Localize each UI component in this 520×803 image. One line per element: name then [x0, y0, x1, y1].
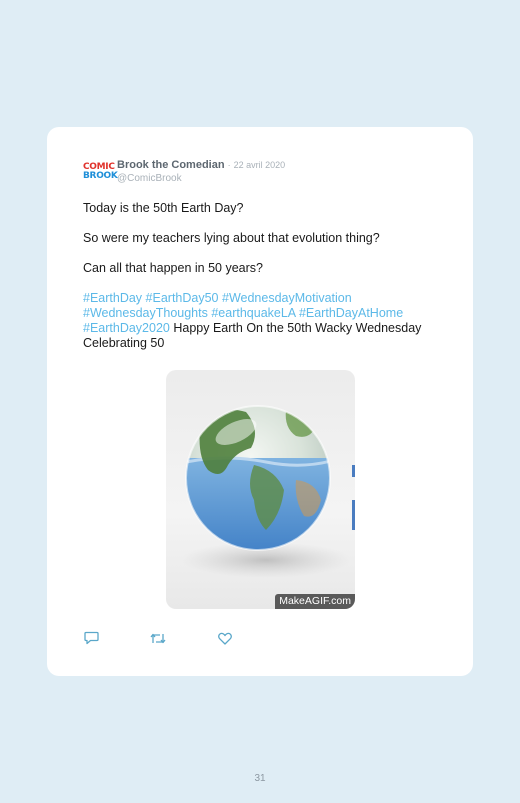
gif-watermark: MakeAGIF.com	[275, 594, 355, 609]
reply-button[interactable]	[83, 630, 99, 646]
tweet-paragraph: Today is the 50th Earth Day?	[83, 201, 244, 215]
heart-icon	[218, 632, 232, 645]
avatar[interactable]: COMIC BROOK	[83, 157, 118, 187]
tweet-date[interactable]: 22 avril 2020	[234, 159, 286, 172]
tweet-paragraph: So were my teachers lying about that evo…	[83, 231, 380, 245]
hashtag-link[interactable]: #WednesdayThoughts	[83, 306, 208, 320]
tweet-text: Today is the 50th Earth Day? So were my …	[83, 201, 443, 351]
like-button[interactable]	[217, 630, 233, 646]
retweet-icon	[150, 633, 166, 643]
tweet-actions	[83, 630, 233, 646]
page-number: 31	[254, 773, 266, 784]
retweet-button[interactable]	[150, 630, 166, 646]
hashtag-link[interactable]: #EarthDay50	[146, 291, 219, 305]
hashtag-link[interactable]: #WednesdayMotivation	[222, 291, 352, 305]
author-display-name[interactable]: Brook the Comedian	[117, 159, 225, 172]
tweet-header: COMIC BROOK Brook the Comedian · 22 avri…	[83, 155, 285, 189]
separator-dot: ·	[227, 160, 231, 170]
author-handle[interactable]: @ComicBrook	[117, 172, 285, 185]
tweet-hashtag-paragraph: #EarthDay #EarthDay50 #WednesdayMotivati…	[83, 291, 443, 351]
reply-icon	[83, 631, 99, 645]
tweet-card: COMIC BROOK Brook the Comedian · 22 avri…	[47, 127, 473, 676]
name-row: Brook the Comedian · 22 avril 2020	[117, 159, 285, 172]
author-info: Brook the Comedian · 22 avril 2020 @Comi…	[117, 159, 285, 185]
hashtag-link[interactable]: #EarthDay2020	[83, 321, 170, 335]
page: { "tweet": { "avatar": { "line1": "COMIC…	[0, 0, 520, 803]
hashtag-link[interactable]: #EarthDayAtHome	[299, 306, 403, 320]
hashtag-link[interactable]: #earthquakeLA	[211, 306, 295, 320]
tweet-media-gif[interactable]: MakeAGIF.com	[166, 370, 355, 609]
hashtag-link[interactable]: #EarthDay	[83, 291, 142, 305]
globe-in-water-icon	[181, 405, 355, 578]
tweet-paragraph: Can all that happen in 50 years?	[83, 261, 263, 275]
avatar-logo-bottom: BROOK	[83, 171, 118, 181]
